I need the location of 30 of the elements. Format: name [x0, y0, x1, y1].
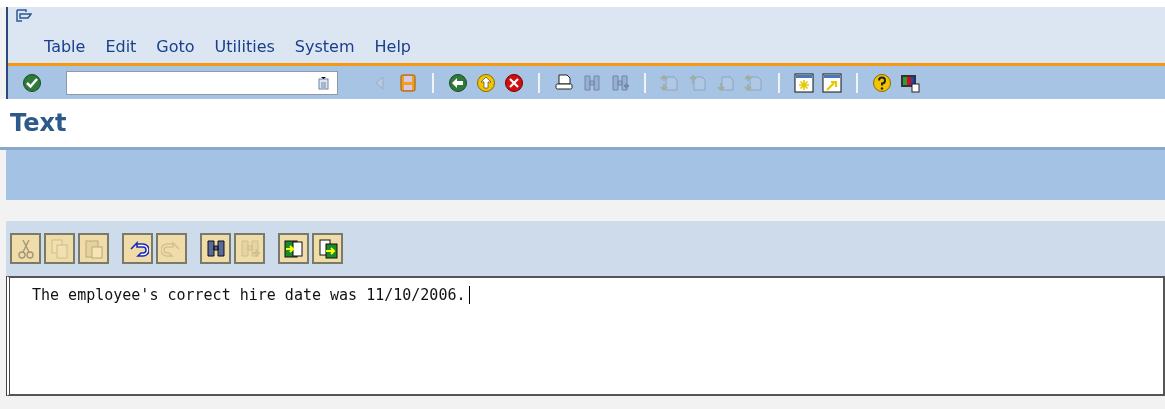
import-button[interactable] [278, 233, 309, 264]
menu-item[interactable]: Table [44, 37, 86, 56]
menu-icon[interactable] [16, 9, 32, 23]
binoculars-plus-icon [238, 237, 261, 260]
binoculars-icon [204, 237, 227, 260]
paste-icon [82, 237, 105, 260]
menu-item[interactable]: Edit [105, 37, 137, 56]
binoculars-button[interactable] [200, 233, 231, 264]
monitor-icon[interactable] [900, 72, 920, 93]
command-field[interactable] [66, 70, 338, 95]
print-icon[interactable] [554, 72, 574, 93]
cancel-icon[interactable] [504, 72, 524, 93]
import-icon [282, 237, 305, 260]
history-icon[interactable] [318, 75, 329, 90]
screen-title: Text [10, 109, 67, 137]
menu-item[interactable]: System [294, 37, 355, 56]
menu-item[interactable]: Help [374, 37, 411, 56]
shortcut-icon[interactable] [822, 72, 842, 93]
menu-item[interactable]: Utilities [214, 37, 275, 56]
export-icon [316, 237, 339, 260]
export-button[interactable] [312, 233, 343, 264]
text-cursor [469, 286, 471, 304]
menu-item[interactable]: Goto [156, 37, 195, 56]
undo-button[interactable] [122, 233, 153, 264]
copy-icon [48, 237, 71, 260]
check-icon[interactable] [22, 72, 42, 93]
help-icon[interactable] [872, 72, 892, 93]
new-window-icon[interactable] [794, 72, 814, 93]
editor-text: The employee's correct hire date was 11/10/2006. [32, 286, 466, 304]
text-editor[interactable]: The employee's correct hire date was 11/10/2006. [6, 276, 1165, 396]
